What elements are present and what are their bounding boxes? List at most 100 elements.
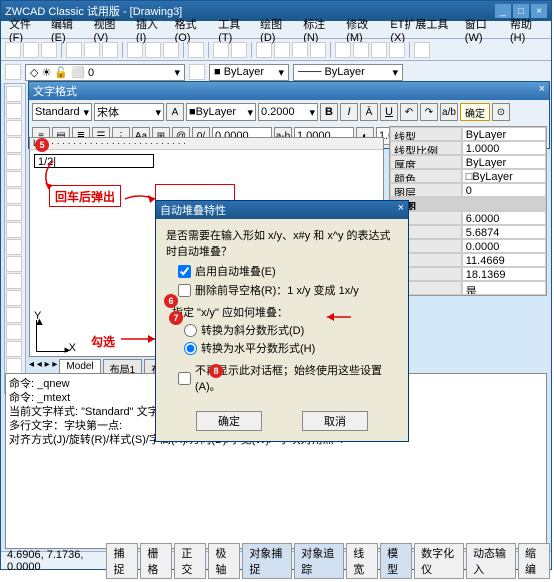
menu-bar: 文件(F) 编辑(E) 视图(V) 插入(I) 格式(O) 工具(T) 绘图(D… <box>1 21 551 39</box>
copy-icon[interactable] <box>145 42 161 58</box>
ok-button[interactable]: 确定 <box>460 103 490 121</box>
menu-insert[interactable]: 插入(I) <box>132 15 169 45</box>
dont-show-checkbox[interactable] <box>178 372 191 385</box>
snap-toggle[interactable]: 捕捉 <box>106 543 138 579</box>
revcloud-icon[interactable] <box>6 205 22 221</box>
pan-icon[interactable] <box>256 42 272 58</box>
redo-icon[interactable] <box>231 42 247 58</box>
underline-icon[interactable]: U <box>380 103 398 121</box>
properties-panel: 线型ByLayer 线型比例1.0000 厚度ByLayer 颜色□ByLaye… <box>389 126 547 296</box>
help-icon[interactable] <box>414 42 430 58</box>
dialog-close-icon[interactable]: × <box>398 202 404 218</box>
autostack-dialog: 自动堆叠特性 × 是否需要在输入形如 x/y、x#y 和 x^y 的表达式时自动… <box>155 200 409 442</box>
text-style-combo[interactable]: Standard▾ <box>32 103 92 121</box>
save-icon[interactable] <box>41 42 57 58</box>
bold-icon[interactable]: B <box>320 103 338 121</box>
spline-icon[interactable] <box>6 222 22 238</box>
menu-window[interactable]: 窗口(W) <box>461 15 504 45</box>
linetype-combo[interactable]: ─── ByLayer▾ <box>293 64 403 81</box>
polygon-icon[interactable] <box>6 137 22 153</box>
menu-dim[interactable]: 标注(N) <box>299 15 340 45</box>
layer-icon[interactable] <box>5 64 21 80</box>
scale-toggle[interactable]: 缩编 <box>518 543 550 579</box>
open-icon[interactable] <box>23 42 39 58</box>
font-combo[interactable]: 宋体▾ <box>94 103 164 121</box>
stack-icon[interactable]: a/b <box>440 103 458 121</box>
preview-icon[interactable] <box>84 42 100 58</box>
italic-icon[interactable]: I <box>340 103 358 121</box>
zoome-icon[interactable] <box>310 42 326 58</box>
zoomw-icon[interactable] <box>292 42 308 58</box>
grid-toggle[interactable]: 栅格 <box>140 543 172 579</box>
prop-icon[interactable] <box>335 42 351 58</box>
horizontal-radio[interactable] <box>184 342 197 355</box>
layer-prev-icon[interactable] <box>189 64 205 80</box>
publish-icon[interactable] <box>102 42 118 58</box>
radio-label: 转换为水平分数形式(H) <box>201 340 315 356</box>
lwt-toggle[interactable]: 线宽 <box>346 543 378 579</box>
undo-icon[interactable] <box>213 42 229 58</box>
app-window: ZWCAD Classic 试用版 - [Drawing3] _ □ × 文件(… <box>0 0 552 570</box>
menu-file[interactable]: 文件(F) <box>5 15 45 45</box>
model-toggle[interactable]: 模型 <box>380 543 412 579</box>
color-combo[interactable]: ■ ByLayer▾ <box>209 64 289 81</box>
remove-space-checkbox[interactable] <box>178 284 191 297</box>
menu-draw[interactable]: 绘图(D) <box>256 15 297 45</box>
line-icon[interactable] <box>6 86 22 102</box>
circle-icon[interactable] <box>6 188 22 204</box>
dc-icon[interactable] <box>353 42 369 58</box>
enable-autostack-checkbox[interactable] <box>178 265 191 278</box>
annotative-icon[interactable]: A <box>166 103 184 121</box>
point-icon[interactable] <box>6 307 22 323</box>
arc-icon[interactable] <box>6 171 22 187</box>
tablet-toggle[interactable]: 数字化仪 <box>414 543 464 579</box>
hatch-icon[interactable] <box>6 324 22 340</box>
polar-toggle[interactable]: 极轴 <box>208 543 240 579</box>
menu-help[interactable]: 帮助(H) <box>506 15 547 45</box>
menu-format[interactable]: 格式(O) <box>171 15 213 45</box>
xline-icon[interactable] <box>6 103 22 119</box>
annotation-arrow-select <box>321 310 353 324</box>
text-format-close-icon[interactable]: × <box>539 83 545 99</box>
rect-icon[interactable] <box>6 154 22 170</box>
region-icon[interactable] <box>6 341 22 357</box>
ortho-toggle[interactable]: 正交 <box>174 543 206 579</box>
menu-modify[interactable]: 修改(M) <box>342 15 384 45</box>
diagonal-radio[interactable] <box>184 324 197 337</box>
ellipsearc-icon[interactable] <box>6 256 22 272</box>
options-icon[interactable]: ⊙ <box>492 103 510 121</box>
print-icon[interactable] <box>66 42 82 58</box>
block-icon[interactable] <box>6 290 22 306</box>
text-height-combo[interactable]: 0.2000▾ <box>258 103 318 121</box>
redo-text-icon[interactable]: ↷ <box>420 103 438 121</box>
match-icon[interactable] <box>188 42 204 58</box>
menu-tools[interactable]: 工具(T) <box>214 15 254 45</box>
ellipse-icon[interactable] <box>6 239 22 255</box>
undo-text-icon[interactable]: ↶ <box>400 103 418 121</box>
new-icon[interactable] <box>5 42 21 58</box>
prop-label: 线型 <box>390 127 462 141</box>
menu-view[interactable]: 视图(V) <box>89 15 130 45</box>
paste-icon[interactable] <box>163 42 179 58</box>
menu-et[interactable]: ET扩展工具(X) <box>386 15 458 45</box>
layer-combo[interactable]: ◇ ☀ 🔓 ⬜ 0▾ <box>25 64 185 81</box>
calc-icon[interactable] <box>389 42 405 58</box>
cut-icon[interactable] <box>127 42 143 58</box>
pline-icon[interactable] <box>6 120 22 136</box>
otrack-toggle[interactable]: 对象追踪 <box>294 543 344 579</box>
table-icon[interactable] <box>6 358 22 374</box>
dialog-question: 是否需要在输入形如 x/y、x#y 和 x^y 的表达式时自动堆叠？ <box>166 227 398 259</box>
tp-icon[interactable] <box>371 42 387 58</box>
zoom-icon[interactable] <box>274 42 290 58</box>
overline-icon[interactable]: Ā <box>360 103 378 121</box>
insert-icon[interactable] <box>6 273 22 289</box>
osnap-toggle[interactable]: 对象捕捉 <box>242 543 292 579</box>
ok-button[interactable]: 确定 <box>196 411 262 431</box>
text-color-combo[interactable]: ■ByLayer▾ <box>186 103 256 121</box>
dyn-toggle[interactable]: 动态输入 <box>466 543 516 579</box>
cancel-button[interactable]: 取消 <box>302 411 368 431</box>
menu-edit[interactable]: 编辑(E) <box>47 15 88 45</box>
prop-value[interactable]: ByLayer <box>462 127 546 141</box>
tab-indicator: L · · · · · · · · · · · · · · · · · · · … <box>30 138 383 150</box>
checkbox-label: 删除前导空格(R)：1 x/y 变成 1x/y <box>195 282 359 298</box>
